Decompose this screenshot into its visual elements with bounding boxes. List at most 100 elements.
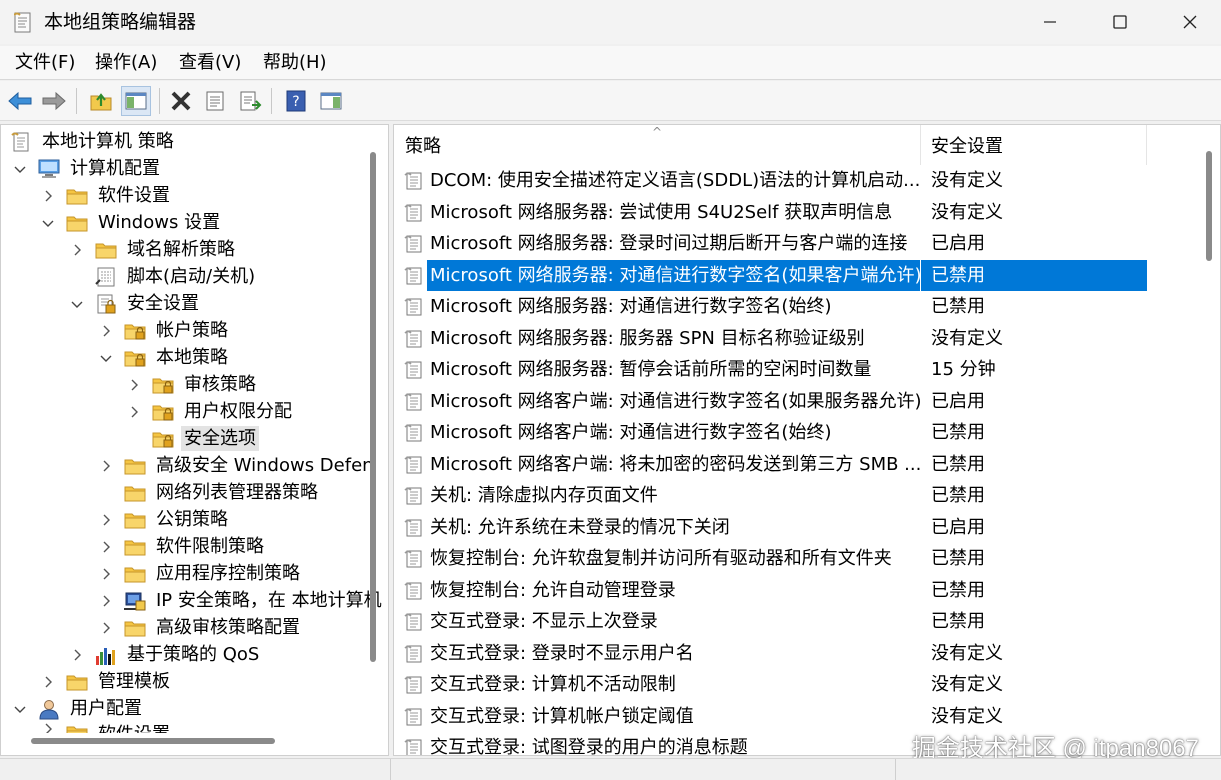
policy-row[interactable]: Microsoft 网络客户端: 对通信进行数字签名(如果服务器允许) 已启用 [394, 386, 1174, 417]
help-button[interactable]: ? [281, 86, 311, 116]
policy-row[interactable]: Microsoft 网络服务器: 尝试使用 S4U2Self 获取声明信息 没有定… [394, 197, 1174, 228]
tree-expander[interactable] [99, 324, 113, 338]
menu-help[interactable]: 帮助(H) [263, 51, 327, 75]
policy-row[interactable]: 恢复控制台: 允许自动管理登录 已禁用 [394, 575, 1174, 606]
policy-security-setting: 没有定义 [931, 674, 1003, 695]
forward-button[interactable] [39, 86, 69, 116]
tree-item-user-rights[interactable]: 用户权限分配 [127, 398, 295, 425]
tree-item-qos[interactable]: 基于策略的 QoS [70, 641, 262, 668]
tree-vertical-scrollbar[interactable] [367, 152, 376, 662]
properties-button[interactable] [200, 86, 230, 116]
policy-row[interactable]: 关机: 清除虚拟内存页面文件 已禁用 [394, 480, 1174, 511]
tree-item-audit-policy[interactable]: 审核策略 [127, 371, 259, 398]
tree-expander[interactable] [41, 216, 55, 230]
column-header-policy-label: 策略 [405, 136, 441, 157]
minimize-button[interactable] [1015, 0, 1085, 44]
tree-item-network-list[interactable]: 网络列表管理器策略 [99, 479, 321, 506]
up-level-button[interactable] [86, 86, 116, 116]
policy-row[interactable]: 交互式登录: 不显示上次登录 已禁用 [394, 606, 1174, 637]
tree-horizontal-scroll-thumb[interactable] [31, 738, 275, 744]
tree-expander[interactable] [99, 567, 113, 581]
column-header-policy[interactable]: 策略 ^ [394, 125, 921, 165]
tree-item-software-restriction[interactable]: 软件限制策略 [99, 533, 267, 560]
tree-item-computer-config[interactable]: 计算机配置 [13, 155, 163, 182]
tree-item-user-config[interactable]: 用户配置 [13, 695, 145, 722]
tree-expander[interactable] [70, 648, 84, 662]
tree-expander[interactable] [127, 378, 141, 392]
list-vertical-scroll-thumb[interactable] [1206, 151, 1212, 261]
policy-row[interactable]: 交互式登录: 计算机不活动限制 没有定义 [394, 669, 1174, 700]
menu-action[interactable]: 操作(A) [95, 51, 157, 75]
tree-item-root[interactable]: 本地计算机 策略 [9, 128, 177, 155]
policy-row[interactable]: Microsoft 网络服务器: 暂停会话前所需的空闲时间数量 15 分钟 [394, 354, 1174, 385]
tree-expander[interactable] [13, 702, 27, 716]
tree-item-advanced-firewall[interactable]: 高级安全 Windows Defen [99, 452, 377, 479]
back-button[interactable] [5, 86, 35, 116]
tree-item-advanced-audit[interactable]: 高级审核策略配置 [99, 614, 303, 641]
tree-vertical-scroll-thumb[interactable] [370, 152, 376, 662]
tree-item-app-control[interactable]: 应用程序控制策略 [99, 560, 303, 587]
tree-expander[interactable] [99, 621, 113, 635]
tree-expander[interactable] [99, 513, 113, 527]
tree-item-security-settings[interactable]: 安全设置 [70, 290, 202, 317]
tree-item-software-settings[interactable]: 软件设置 [41, 182, 173, 209]
policy-name: 交互式登录: 计算机不活动限制 [430, 674, 676, 695]
tree-expander[interactable] [41, 189, 55, 203]
tree-item-admin-templates[interactable]: 管理模板 [41, 668, 173, 695]
policy-row[interactable]: DCOM: 使用安全描述符定义语言(SDDL)语法的计算机启动... 没有定义 [394, 165, 1174, 196]
chevron-right-icon [103, 568, 110, 579]
chevron-down-icon [14, 706, 26, 713]
policy-security-setting: 已禁用 [931, 422, 985, 443]
column-header-setting[interactable]: 安全设置 [921, 125, 1147, 165]
menu-file[interactable]: 文件(F) [15, 51, 75, 75]
tree-expander[interactable] [41, 722, 55, 733]
tree-item-ip-security[interactable]: IP 安全策略，在 本地计算机 [99, 587, 385, 614]
tree-expander[interactable] [70, 243, 84, 257]
tree-expander[interactable] [127, 432, 141, 446]
tree-expander[interactable] [99, 486, 113, 500]
export-list-button[interactable] [235, 86, 265, 116]
tree-expander[interactable] [99, 351, 113, 365]
tree-item-label: Windows 设置 [98, 212, 221, 233]
policy-name: Microsoft 网络客户端: 对通信进行数字签名(如果服务器允许) [430, 390, 920, 412]
export-list-icon [240, 91, 262, 111]
policy-row[interactable]: 交互式登录: 计算机帐户锁定阈值 没有定义 [394, 701, 1174, 732]
show-action-pane-button[interactable] [316, 86, 346, 116]
policy-setting-icon [404, 456, 422, 473]
policy-row[interactable]: Microsoft 网络客户端: 对通信进行数字签名(始终) 已禁用 [394, 417, 1174, 448]
tree-item-name-resolution[interactable]: 域名解析策略 [70, 236, 238, 263]
policy-row[interactable]: 交互式登录: 登录时不显示用户名 没有定义 [394, 638, 1174, 669]
tree-item-scripts[interactable]: 脚本(启动/关机) [70, 263, 258, 290]
close-button[interactable] [1155, 0, 1221, 44]
tree-item-windows-settings[interactable]: Windows 设置 [41, 209, 223, 236]
tree-item-security-options[interactable]: 安全选项 [127, 425, 259, 452]
tree-expander[interactable] [127, 405, 141, 419]
show-hide-tree-button[interactable] [121, 86, 151, 116]
policy-row[interactable]: 关机: 允许系统在未登录的情况下关闭 已启用 [394, 512, 1174, 543]
policy-row[interactable]: 恢复控制台: 允许软盘复制并访问所有驱动器和所有文件夹 已禁用 [394, 543, 1174, 574]
policy-row[interactable]: Microsoft 网络服务器: 对通信进行数字签名(如果客户端允许) 已禁用 [394, 259, 1174, 291]
policy-row[interactable]: Microsoft 网络服务器: 对通信进行数字签名(始终) 已禁用 [394, 291, 1174, 322]
tree-expander[interactable] [70, 270, 84, 284]
tree-expander[interactable] [99, 594, 113, 608]
policy-row[interactable]: Microsoft 网络客户端: 将未加密的密码发送到第三方 SMB ... 已禁… [394, 449, 1174, 480]
tree-expander[interactable] [13, 162, 27, 176]
tree-item-account-policies[interactable]: 帐户策略 [99, 317, 231, 344]
policy-security-setting: 已禁用 [931, 579, 985, 601]
tree-expander[interactable] [41, 675, 55, 689]
policy-row[interactable]: Microsoft 网络服务器: 服务器 SPN 目标名称验证级别 没有定义 [394, 323, 1174, 354]
tree-item-public-key[interactable]: 公钥策略 [99, 506, 231, 533]
maximize-button[interactable] [1085, 0, 1155, 44]
tree-item-label: 高级安全 Windows Defen [156, 455, 374, 476]
tree-expander[interactable] [99, 540, 113, 554]
policy-setting-icon [404, 393, 422, 410]
delete-button[interactable] [166, 86, 196, 116]
tree-expander[interactable] [70, 297, 84, 311]
tree-expander[interactable] [99, 459, 113, 473]
policy-security-setting: 已启用 [931, 516, 985, 538]
tree-item-user-software-settings[interactable]: 软件设置 [41, 722, 173, 733]
menu-view[interactable]: 查看(V) [179, 51, 241, 75]
tree-item-local-policies[interactable]: 本地策略 [99, 344, 231, 371]
policy-row[interactable]: Microsoft 网络服务器: 登录时间过期后断开与客户端的连接 已启用 [394, 228, 1174, 259]
ip-security-icon [124, 592, 146, 610]
